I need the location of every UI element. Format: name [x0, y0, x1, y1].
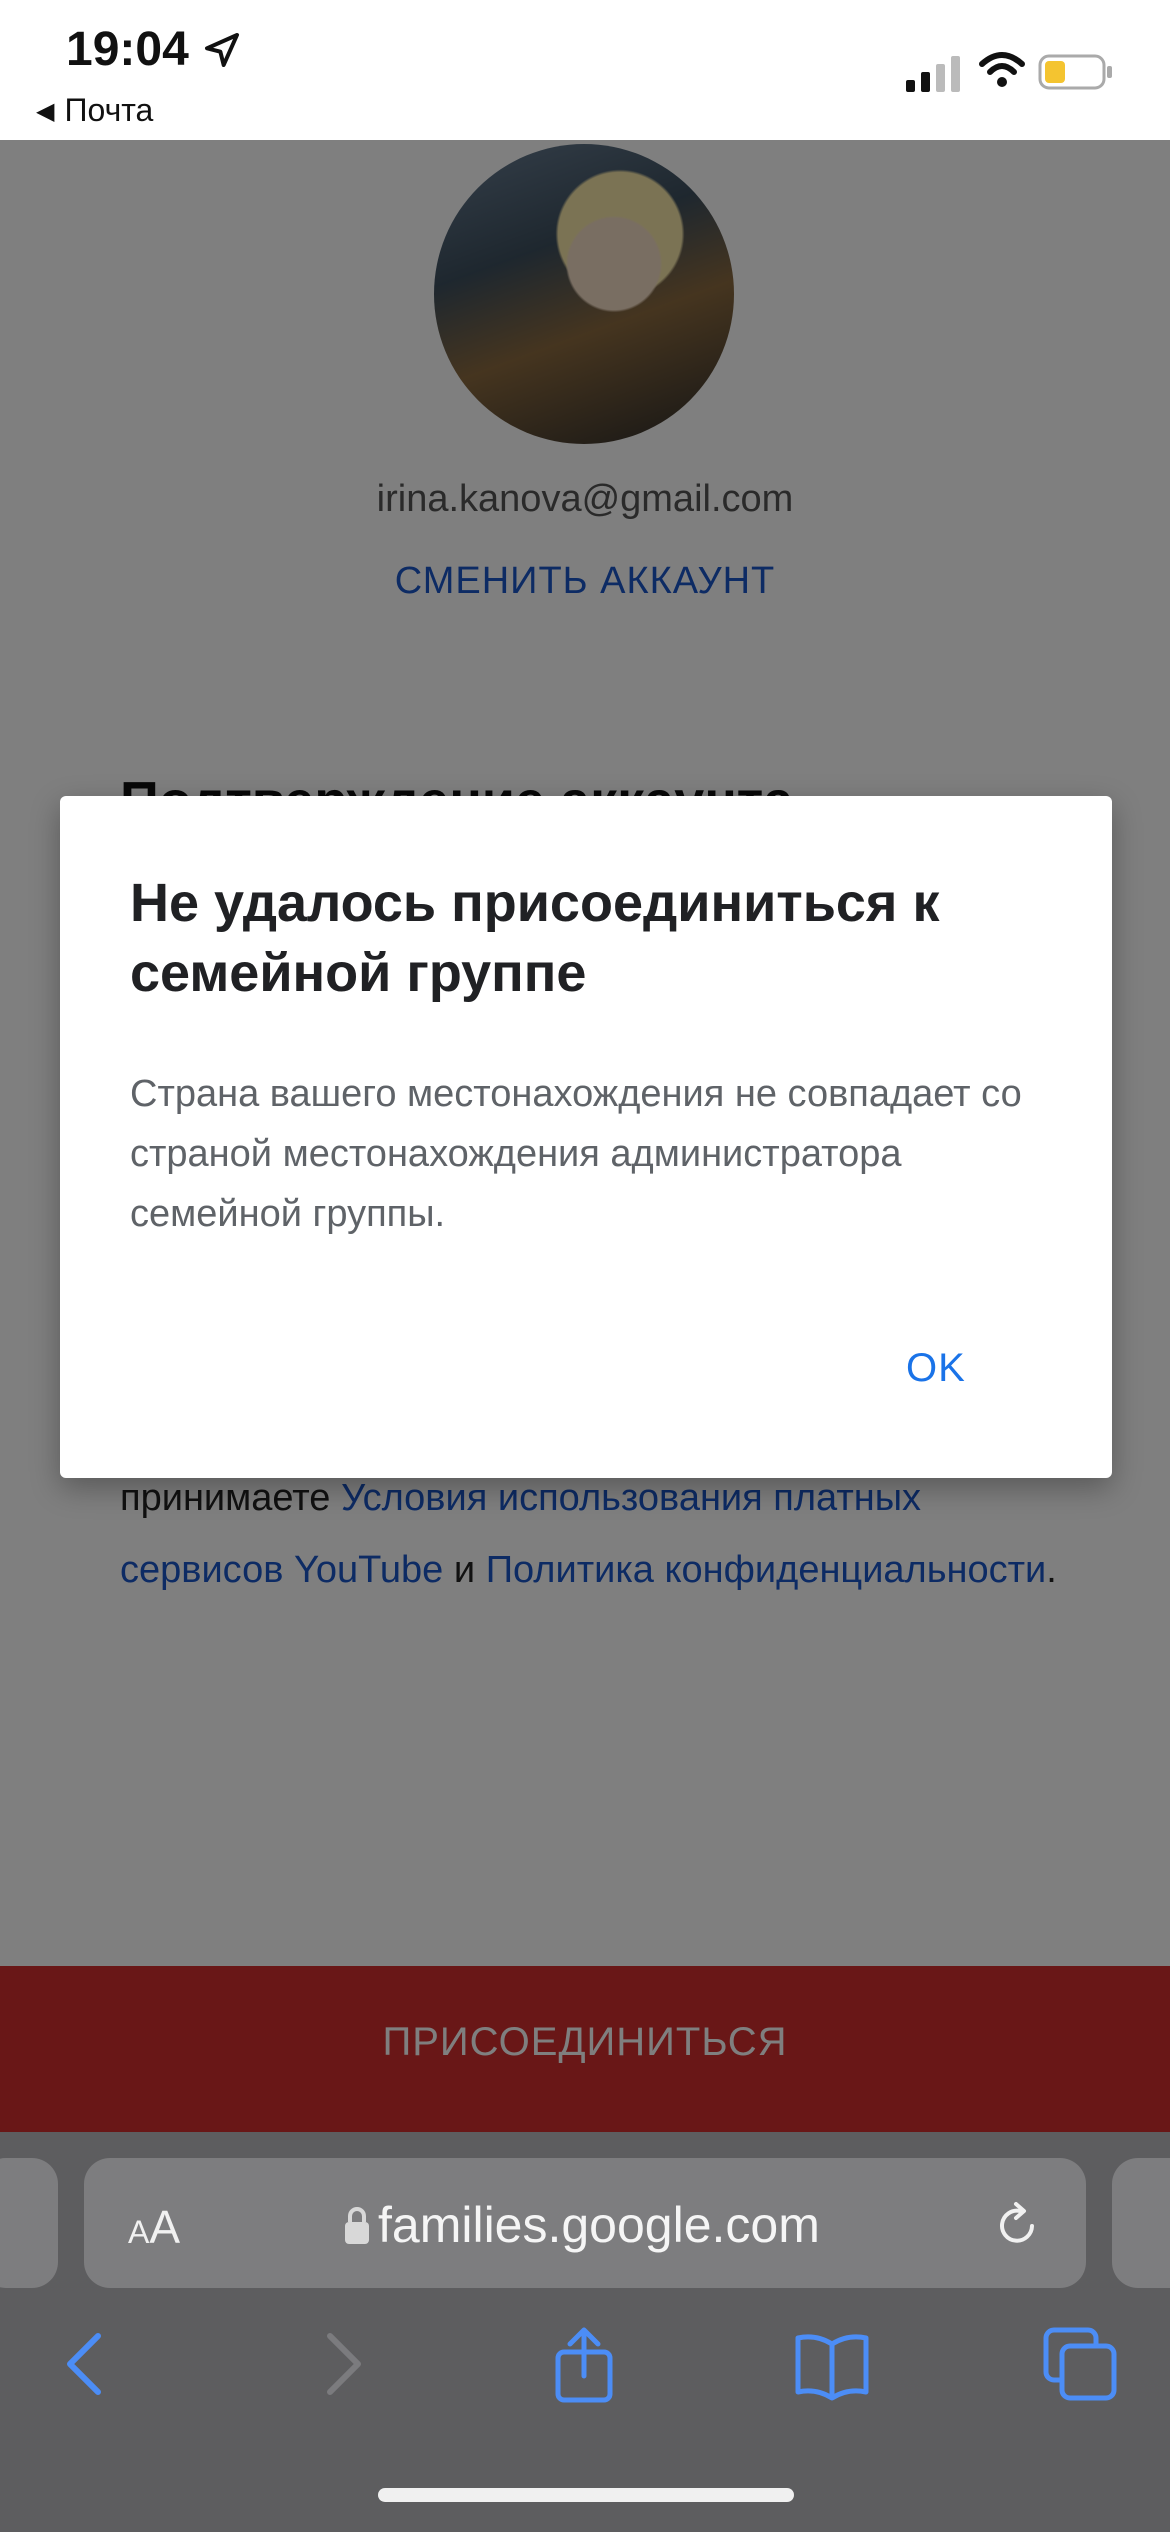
share-icon[interactable]	[544, 2324, 624, 2404]
wifi-icon	[979, 52, 1025, 87]
back-triangle-icon: ◀	[36, 98, 55, 125]
next-tab-peek[interactable]	[1112, 2158, 1170, 2288]
cellular-signal-icon	[906, 56, 960, 92]
status-time: 19:04	[66, 23, 189, 76]
home-indicator[interactable]	[378, 2488, 794, 2502]
back-app-label: Почта	[64, 92, 154, 128]
forward-icon[interactable]	[300, 2324, 380, 2404]
bookmarks-icon[interactable]	[792, 2324, 872, 2404]
dialog-title: Не удалось присоединиться к семейной гру…	[130, 873, 940, 1003]
previous-tab-peek[interactable]	[0, 2158, 58, 2288]
lock-icon	[345, 2207, 369, 2244]
status-bar: 19:04 ◀ Почта	[0, 0, 1170, 140]
ok-button[interactable]: OK	[906, 1346, 966, 1391]
location-arrow-icon	[205, 33, 239, 67]
battery-low-icon	[1038, 54, 1112, 90]
back-to-app-button[interactable]: ◀ Почта	[36, 92, 153, 129]
aa-small: A	[128, 2214, 150, 2250]
tabs-icon[interactable]	[1040, 2324, 1120, 2404]
back-icon[interactable]	[48, 2324, 128, 2404]
url-text: families.google.com	[378, 2197, 820, 2253]
reload-icon[interactable]	[992, 2198, 1042, 2252]
text-size-button[interactable]: AA	[128, 2200, 180, 2254]
dialog-message: Страна вашего местонахождения не совпада…	[130, 1073, 1022, 1235]
browser-toolbar: AA families.google.com	[0, 2132, 1170, 2532]
aa-big: A	[149, 2201, 181, 2253]
error-dialog: Не удалось присоединиться к семейной гру…	[60, 796, 1112, 1478]
